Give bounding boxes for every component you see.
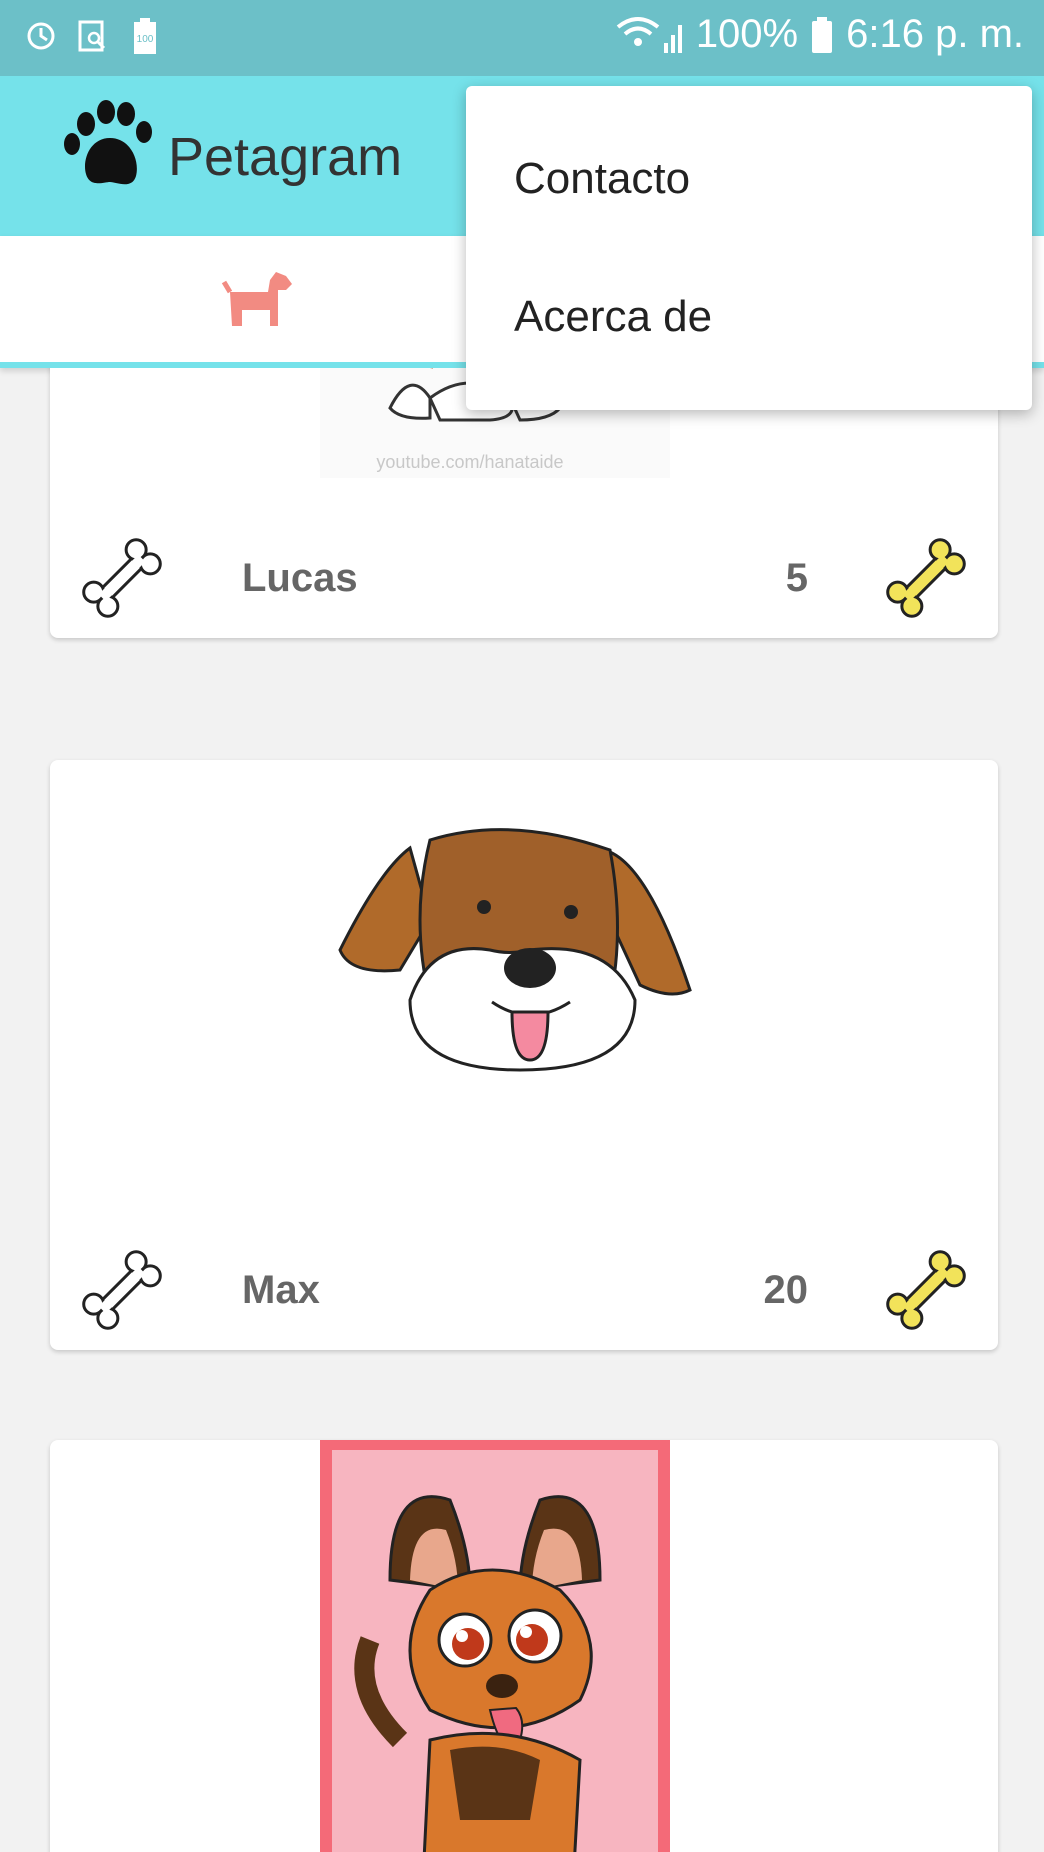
like-bone-button[interactable] bbox=[72, 1240, 172, 1340]
status-right: 100% 6:16 p. m. bbox=[614, 12, 1024, 57]
pet-like-count: 20 bbox=[763, 1268, 809, 1312]
battery-saver-icon: 100 bbox=[134, 18, 156, 54]
battery-icon bbox=[812, 16, 833, 53]
pet-card bbox=[50, 1440, 998, 1852]
battery-badge: 100 bbox=[137, 34, 154, 45]
pet-card-footer: Max 20 bbox=[50, 1230, 998, 1350]
overflow-menu: Contacto Acerca de bbox=[466, 86, 1032, 410]
sync-icon bbox=[27, 22, 55, 50]
app-title: Petagram bbox=[168, 127, 403, 187]
menu-item-contacto[interactable]: Contacto bbox=[514, 154, 690, 204]
pet-card-footer: Lucas 5 bbox=[50, 518, 998, 638]
image-watermark: youtube.com/hanataide bbox=[376, 452, 563, 472]
tab-dog-icon[interactable] bbox=[220, 262, 300, 342]
menu-item-acerca-de[interactable]: Acerca de bbox=[514, 292, 712, 342]
pet-name: Max bbox=[242, 1268, 320, 1312]
status-bar: 100 100% 6:16 p. m. bbox=[0, 0, 1044, 76]
like-bone-button[interactable] bbox=[72, 528, 172, 628]
pet-like-count: 5 bbox=[785, 556, 808, 600]
battery-percent: 100% bbox=[695, 12, 799, 56]
pet-photo bbox=[320, 1440, 670, 1852]
paw-icon bbox=[64, 100, 152, 185]
like-count-bone-icon bbox=[886, 538, 966, 618]
status-left-icons: 100 bbox=[24, 16, 162, 56]
pet-photo bbox=[338, 828, 692, 1072]
pet-name: Lucas bbox=[242, 556, 358, 600]
screenshot-icon bbox=[78, 20, 106, 52]
wifi-signal-icon bbox=[616, 16, 682, 53]
like-count-bone-icon bbox=[886, 1250, 966, 1330]
pet-card: Max 20 bbox=[50, 760, 998, 1350]
pet-list: youtube.com/hanataide Lucas 5 Max 20 bbox=[0, 368, 1044, 1852]
clock: 6:16 p. m. bbox=[846, 12, 1024, 56]
